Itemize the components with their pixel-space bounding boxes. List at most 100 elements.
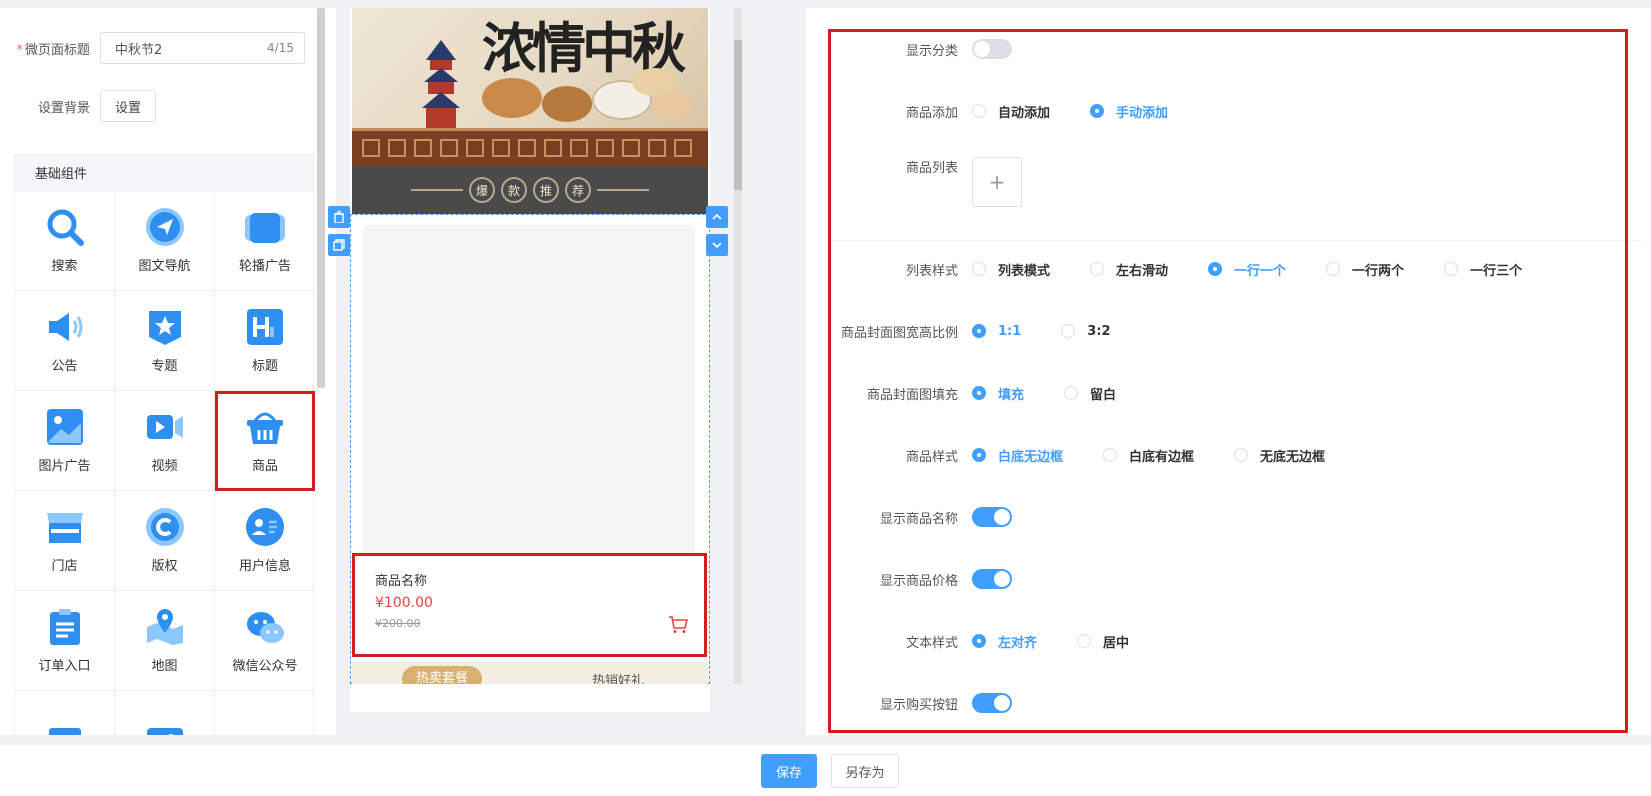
radio-label: 填充: [998, 387, 1025, 403]
cart-icon[interactable]: [668, 616, 688, 634]
product-add-row: 商品添加 自动添加 手动添加: [828, 96, 1208, 126]
product-add-label: 商品添加: [905, 105, 958, 121]
component-user-info[interactable]: 用户信息: [215, 491, 315, 591]
radio-white-border[interactable]: 白底有边框: [1103, 446, 1194, 465]
show-price-switch[interactable]: [972, 569, 1012, 589]
background-row: 设置背景 设置: [0, 90, 156, 122]
carousel-icon: [245, 207, 285, 247]
delete-icon[interactable]: [328, 206, 350, 228]
component-copyright[interactable]: 版权: [115, 491, 215, 591]
cover-fill-label: 商品封面图填充: [866, 387, 958, 403]
radio-label: 一行三个: [1470, 263, 1523, 279]
mid-autumn-banner[interactable]: 浓情中秋: [352, 8, 708, 128]
copyright-icon: [145, 507, 185, 547]
recommend-char: 荐: [565, 177, 591, 203]
radio-label: 白底无边框: [998, 449, 1064, 465]
component-search[interactable]: 搜索: [15, 191, 115, 291]
component-image-ad[interactable]: 图片广告: [15, 391, 115, 491]
radio-ratio-1-1[interactable]: 1:1: [972, 324, 1021, 339]
component-store[interactable]: 门店: [15, 491, 115, 591]
radio-label: 列表模式: [998, 263, 1051, 279]
chevron-down-icon[interactable]: [706, 234, 728, 256]
component-wechat[interactable]: 微信公众号: [215, 591, 315, 691]
radio-list-mode[interactable]: 列表模式: [972, 260, 1050, 279]
component-grid: 搜索 图文导航 轮播广告 公告 专题 标题 图片广告 视频 商品 门店 版权 用…: [15, 191, 315, 735]
component-product[interactable]: 商品: [215, 391, 315, 491]
pagoda-illustration: [422, 40, 460, 128]
left-scrollbar[interactable]: [317, 8, 325, 388]
show-buy-switch[interactable]: [972, 693, 1012, 713]
component-label: 图文导航: [138, 259, 191, 274]
divider: [411, 189, 463, 191]
radio-white-no-border[interactable]: 白底无边框: [972, 446, 1063, 465]
mooncake-image: [482, 78, 542, 118]
component-label: 微信公众号: [232, 659, 298, 674]
component-nav[interactable]: 图文导航: [115, 191, 215, 291]
product-style-label: 商品样式: [905, 449, 958, 465]
tab-hot-gift[interactable]: 热销好礼: [592, 670, 644, 684]
component-label: 地图: [151, 659, 178, 674]
product-price: ¥100.00: [375, 595, 433, 611]
radio-label: 留白: [1090, 387, 1117, 403]
list-style-label: 列表样式: [905, 263, 958, 279]
component-order[interactable]: 订单入口: [15, 591, 115, 691]
radio-label: 左对齐: [998, 635, 1038, 651]
recommend-char: 爆: [469, 177, 495, 203]
radio-label: 左右滑动: [1116, 263, 1169, 279]
mooncake-image: [542, 86, 592, 122]
component-video[interactable]: 视频: [115, 391, 215, 491]
radio-label: 手动添加: [1116, 105, 1169, 121]
cover-ratio-label: 商品封面图宽高比例: [840, 325, 958, 341]
radio-ratio-3-2[interactable]: 3:2: [1061, 324, 1111, 339]
add-product-button[interactable]: +: [972, 157, 1022, 207]
divider: [597, 189, 649, 191]
preview-scroll-thumb[interactable]: [734, 40, 742, 190]
radio-fill[interactable]: 填充: [972, 384, 1024, 403]
save-button[interactable]: 保存: [761, 754, 817, 788]
component-partial-2[interactable]: [115, 691, 215, 735]
page-title-value: 中秋节2: [115, 42, 163, 58]
selected-product-block[interactable]: 商品名称 ¥100.00 ¥200.00: [350, 214, 710, 684]
category-tabs: 热卖套餐 热销好礼: [352, 662, 708, 684]
text-style-row: 文本样式 左对齐 居中: [828, 626, 1169, 656]
chevron-up-icon[interactable]: [706, 206, 728, 228]
product-image-placeholder: [363, 225, 695, 555]
show-price-row: 显示商品价格: [828, 564, 1012, 594]
save-as-button[interactable]: 另存为: [831, 754, 899, 788]
set-background-button[interactable]: 设置: [100, 90, 156, 122]
product-info-box[interactable]: 商品名称 ¥100.00 ¥200.00: [352, 553, 707, 657]
show-name-switch[interactable]: [972, 507, 1012, 527]
tab-hot-set[interactable]: 热卖套餐: [402, 666, 482, 684]
radio-three-per-row[interactable]: 一行三个: [1444, 260, 1522, 279]
radio-label: 自动添加: [998, 105, 1051, 121]
radio-two-per-row[interactable]: 一行两个: [1326, 260, 1404, 279]
radio-no-bg-no-border[interactable]: 无底无边框: [1234, 446, 1325, 465]
radio-whitespace[interactable]: 留白: [1064, 384, 1116, 403]
radio-align-left[interactable]: 左对齐: [972, 632, 1037, 651]
preview-scrollbar[interactable]: [734, 8, 742, 684]
page-title-input[interactable]: 中秋节2 4/15: [100, 32, 305, 64]
component-topic[interactable]: 专题: [115, 291, 215, 391]
radio-auto-add[interactable]: 自动添加: [972, 102, 1050, 121]
decorative-pattern: [352, 128, 708, 166]
radio-slide[interactable]: 左右滑动: [1090, 260, 1168, 279]
show-category-switch[interactable]: [972, 39, 1012, 59]
component-label: 订单入口: [38, 659, 91, 674]
component-label: 门店: [51, 559, 78, 574]
footer-bar: [0, 745, 1651, 796]
radio-one-per-row[interactable]: 一行一个: [1208, 260, 1286, 279]
radio-align-center[interactable]: 居中: [1077, 632, 1129, 651]
radio-manual-add[interactable]: 手动添加: [1090, 102, 1168, 121]
show-category-row: 显示分类: [828, 34, 1012, 64]
component-heading[interactable]: 标题: [215, 291, 315, 391]
copy-icon[interactable]: [328, 234, 350, 256]
component-carousel[interactable]: 轮播广告: [215, 191, 315, 291]
component-announcement[interactable]: 公告: [15, 291, 115, 391]
component-partial-1[interactable]: [15, 691, 115, 735]
component-label: 视频: [151, 459, 178, 474]
component-map[interactable]: 地图: [115, 591, 215, 691]
text-icon: [45, 726, 85, 735]
show-category-label: 显示分类: [905, 43, 958, 59]
component-panel-header: 基础组件: [15, 155, 313, 191]
show-buy-label: 显示购买按钮: [879, 697, 958, 713]
